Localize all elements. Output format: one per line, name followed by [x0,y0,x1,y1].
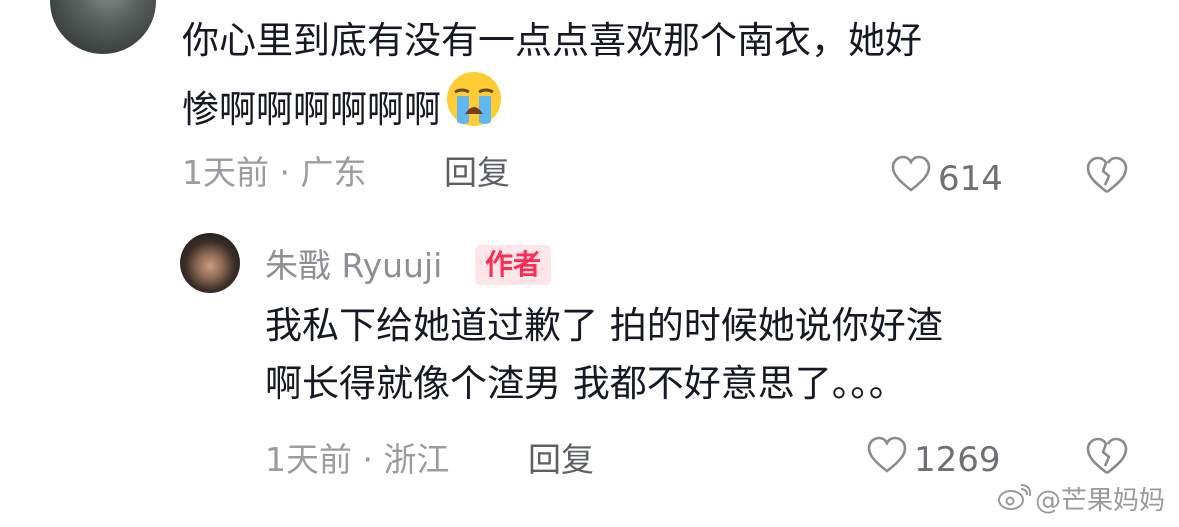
author-badge: 作者 [475,245,552,285]
like-count: 614 [938,158,1003,199]
reply-line: 啊长得就像个渣男 我都不好意思了。。。 [265,362,906,405]
heart-outline-icon [890,155,932,202]
comment-line-text: 惨啊啊啊啊啊啊 [182,88,441,131]
reply-meta: 1天前 · 浙江 [265,440,450,479]
reply-button[interactable]: 回复 [444,153,510,193]
reply-button[interactable]: 回复 [528,440,594,480]
like-button[interactable]: 614 [890,155,1003,202]
dislike-button[interactable] [1085,436,1129,480]
like-button[interactable]: 1269 [866,436,1001,483]
weibo-icon [997,483,1032,519]
reply-line: 我私下给她道过歉了 拍的时候她说你好渣 [265,304,943,347]
reply-body: 我私下给她道过歉了 拍的时候她说你好渣 啊长得就像个渣男 我都不好意思了。。。 [265,297,943,413]
author-username[interactable]: 朱戬 Ryuuji [265,244,442,288]
watermark-text: @芒果妈妈 [1034,486,1165,516]
broken-heart-icon [1085,437,1129,480]
loudly-crying-face-emoji-icon [445,70,503,145]
dislike-button[interactable] [1085,155,1129,199]
commenter-avatar[interactable] [50,0,156,54]
like-count: 1269 [914,439,1001,480]
heart-outline-icon [866,436,908,483]
author-avatar[interactable] [180,233,240,293]
broken-heart-icon [1085,156,1129,199]
comment-meta: 1天前 · 广东 [182,153,367,192]
watermark: @芒果妈妈 [997,483,1165,519]
comment-line: 你心里到底有没有一点点喜欢那个南衣，她好 [182,19,922,62]
comment-line: 惨啊啊啊啊啊啊 [182,70,922,145]
comment-body: 你心里到底有没有一点点喜欢那个南衣，她好 惨啊啊啊啊啊啊 [182,12,922,145]
